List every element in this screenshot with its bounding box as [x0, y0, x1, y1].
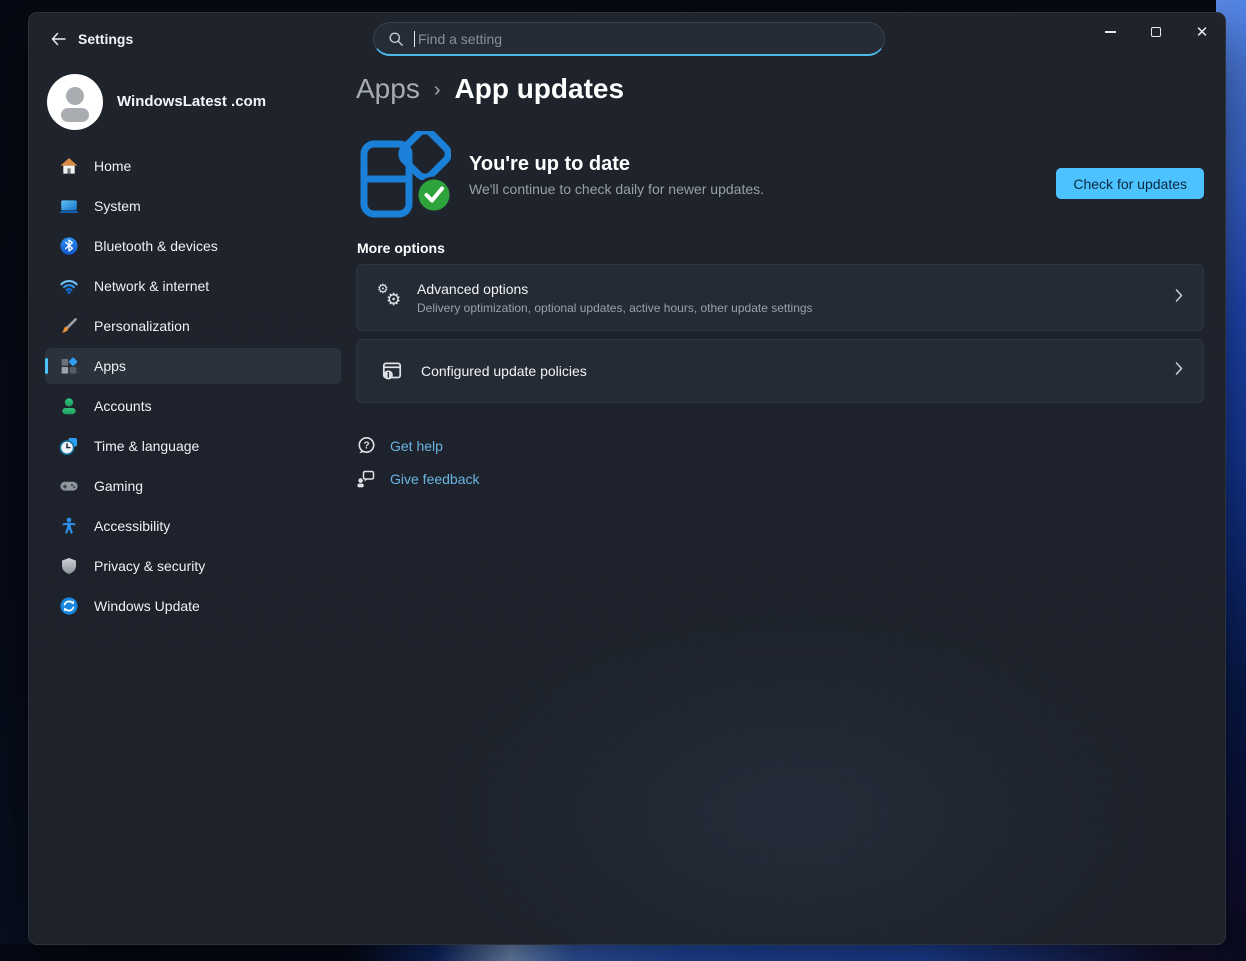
gaming-controller-icon [59, 476, 79, 496]
sidebar-item-privacy-security[interactable]: Privacy & security [45, 548, 341, 584]
sidebar-item-accounts[interactable]: Accounts [45, 388, 341, 424]
card-subtitle: Delivery optimization, optional updates,… [417, 301, 813, 315]
privacy-shield-icon [59, 556, 79, 576]
apps-icon [59, 356, 79, 376]
more-options-heading: More options [357, 240, 445, 256]
advanced-options-gears-icon: ⚙⚙ [377, 284, 403, 312]
status-subtitle: We'll continue to check daily for newer … [469, 181, 764, 197]
app-updates-check-icon [359, 131, 451, 219]
back-button[interactable] [41, 25, 75, 53]
sidebar-item-bluetooth[interactable]: Bluetooth & devices [45, 228, 341, 264]
breadcrumb-chevron-icon: › [434, 79, 441, 102]
link-label: Give feedback [390, 471, 480, 487]
svg-text:?: ? [363, 440, 369, 451]
chevron-right-icon [1175, 288, 1183, 307]
chevron-right-icon [1175, 362, 1183, 381]
wallpaper-bottom-band [0, 944, 1246, 961]
time-language-clock-icon [59, 436, 79, 456]
update-status-banner: You're up to date We'll continue to chec… [359, 129, 1204, 221]
give-feedback-icon [355, 468, 377, 490]
windows-update-icon [59, 596, 79, 616]
sidebar-item-label: Privacy & security [94, 558, 205, 574]
update-policies-icon [377, 359, 407, 383]
sidebar-item-time-language[interactable]: Time & language [45, 428, 341, 464]
sidebar-item-label: Accessibility [94, 518, 170, 534]
personalization-brush-icon [59, 316, 79, 336]
person-icon [47, 74, 103, 130]
main-content: Apps › App updates You're up to date We [356, 13, 1204, 944]
desktop-wallpaper: Settings Find a setting ✕ [0, 0, 1246, 961]
profile-row[interactable]: WindowsLatest .com [45, 73, 341, 130]
sidebar-item-apps[interactable]: Apps [45, 348, 341, 384]
network-wifi-icon [59, 276, 79, 296]
system-icon [59, 196, 79, 216]
card-title: Configured update policies [421, 363, 587, 379]
card-title: Advanced options [417, 281, 813, 297]
sidebar-item-label: Time & language [94, 438, 199, 454]
sidebar-item-label: Home [94, 158, 131, 174]
sidebar-item-accessibility[interactable]: Accessibility [45, 508, 341, 544]
avatar [47, 74, 103, 130]
sidebar-item-personalization[interactable]: Personalization [45, 308, 341, 344]
get-help-icon: ? [355, 435, 377, 457]
give-feedback-link[interactable]: Give feedback [355, 468, 480, 490]
sidebar-item-label: Network & internet [94, 278, 209, 294]
sidebar-item-windows-update[interactable]: Windows Update [45, 588, 341, 624]
accessibility-person-icon [59, 516, 79, 536]
page-title: App updates [455, 73, 625, 105]
profile-name: WindowsLatest .com [117, 93, 266, 110]
sidebar: WindowsLatest .com Home [45, 73, 341, 624]
sidebar-item-network[interactable]: Network & internet [45, 268, 341, 304]
back-arrow-icon [50, 31, 66, 47]
settings-window: Settings Find a setting ✕ [28, 12, 1226, 945]
sidebar-nav: Home System [45, 148, 341, 624]
sidebar-item-system[interactable]: System [45, 188, 341, 224]
sidebar-item-label: System [94, 198, 141, 214]
check-for-updates-button[interactable]: Check for updates [1056, 168, 1204, 199]
advanced-options-card[interactable]: ⚙⚙ Advanced options Delivery optimizatio… [356, 264, 1204, 331]
bluetooth-icon [59, 236, 79, 256]
sidebar-item-label: Gaming [94, 478, 143, 494]
app-title: Settings [78, 31, 133, 47]
breadcrumb-parent[interactable]: Apps [356, 73, 420, 105]
accounts-person-icon [59, 396, 79, 416]
configured-update-policies-card[interactable]: Configured update policies [356, 339, 1204, 403]
status-title: You're up to date [469, 153, 764, 176]
sidebar-item-home[interactable]: Home [45, 148, 341, 184]
home-icon [59, 156, 79, 176]
sidebar-item-label: Accounts [94, 398, 152, 414]
get-help-link[interactable]: ? Get help [355, 435, 443, 457]
sidebar-item-label: Personalization [94, 318, 190, 334]
sidebar-item-label: Apps [94, 358, 126, 374]
link-label: Get help [390, 438, 443, 454]
sidebar-item-label: Windows Update [94, 598, 200, 614]
sidebar-item-label: Bluetooth & devices [94, 238, 218, 254]
breadcrumb: Apps › App updates [356, 73, 624, 105]
sidebar-item-gaming[interactable]: Gaming [45, 468, 341, 504]
